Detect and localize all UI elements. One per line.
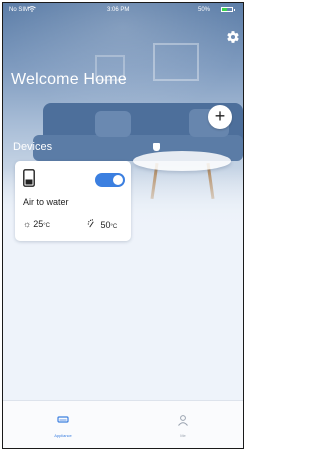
tab-appliance[interactable]: Appliance [3, 401, 123, 448]
tab-appliance-label: Appliance [54, 433, 72, 438]
battery-icon [221, 7, 235, 12]
water-temp-unit: °C [110, 224, 118, 230]
heating-temp-value: 25 [33, 219, 44, 229]
device-temperatures: ☼ 25°C 50°C [23, 219, 127, 233]
device-card[interactable]: Air to water ☼ 25°C 50°C [15, 161, 131, 241]
add-device-button[interactable]: + [208, 105, 232, 129]
wifi-icon [28, 6, 36, 14]
bottom-tab-bar: Appliance Me [3, 400, 243, 448]
heat-pump-icon [23, 169, 35, 187]
clock-time: 3:06 PM [107, 7, 130, 13]
phone-screen: No SIM 3:06 PM 50% Welcome Home + Device… [2, 2, 244, 449]
sun-icon: ☼ [23, 219, 32, 229]
heating-temperature: ☼ 25°C [23, 219, 50, 229]
tab-me[interactable]: Me [123, 401, 243, 448]
battery-percent: 50% [198, 7, 211, 13]
water-spray-icon [87, 219, 99, 230]
toggle-knob [113, 175, 123, 185]
appliance-icon [57, 413, 69, 425]
tab-me-label: Me [180, 433, 186, 438]
water-temp-value: 50 [100, 220, 111, 230]
plus-icon: + [214, 106, 226, 126]
device-name: Air to water [23, 197, 69, 207]
status-bar: No SIM 3:06 PM 50% [3, 3, 243, 17]
power-toggle[interactable] [95, 173, 125, 187]
gear-icon[interactable] [224, 30, 242, 48]
heating-temp-unit: °C [43, 223, 50, 229]
user-icon [177, 413, 189, 426]
water-temperature: 50°C [87, 219, 117, 230]
page-title: Welcome Home [11, 71, 127, 88]
carrier-label: No SIM [9, 7, 30, 13]
devices-section-label: Devices [13, 141, 53, 153]
